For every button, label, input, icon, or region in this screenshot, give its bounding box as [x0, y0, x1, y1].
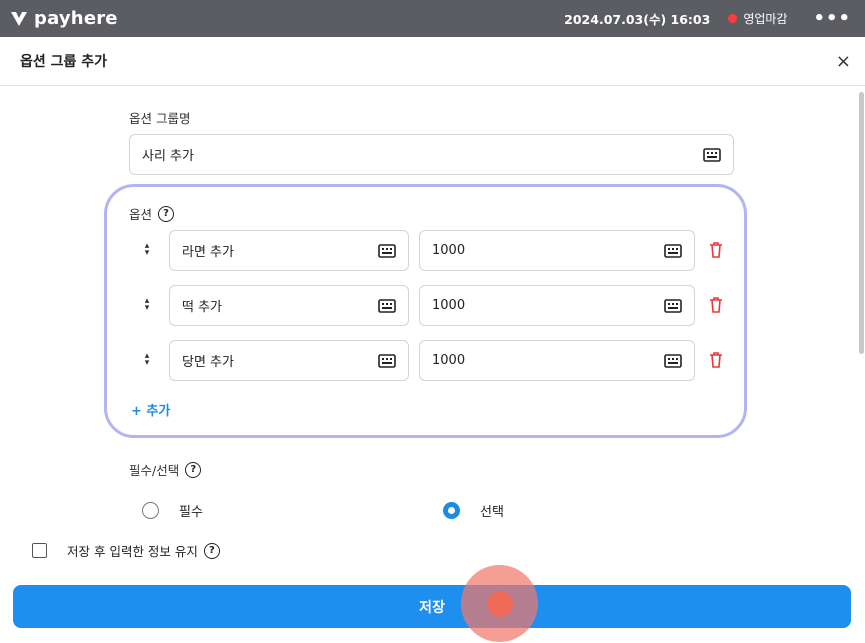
touch-indicator-center	[487, 591, 513, 617]
dialog-header: 옵션 그룹 추가 ×	[0, 37, 865, 86]
group-name-value: 사리 추가	[142, 149, 194, 164]
option-price-value: 1000	[432, 298, 466, 313]
top-bar: payhere 2024.07.03(수) 16:03 영업마감 •••	[0, 0, 865, 37]
options-label: 옵션 ?	[129, 204, 175, 223]
brand-name: payhere	[34, 8, 118, 29]
help-icon[interactable]: ?	[158, 205, 175, 222]
drag-sort-icon[interactable]: ▴ ▾	[142, 242, 152, 258]
datetime: 2024.07.03(수) 16:03	[564, 12, 711, 27]
delete-trash-icon[interactable]	[709, 297, 723, 313]
option-name-input[interactable]: 당면 추가	[169, 340, 409, 381]
keep-info-row[interactable]: 저장 후 입력한 정보 유지 ?	[32, 541, 220, 560]
requirement-label-text: 필수/선택	[129, 463, 180, 478]
radio-circle-icon[interactable]	[142, 502, 159, 519]
delete-trash-icon[interactable]	[709, 242, 723, 258]
delete-trash-icon[interactable]	[709, 352, 723, 368]
radio-circle-checked-icon[interactable]	[443, 502, 460, 519]
keyboard-icon[interactable]	[378, 298, 396, 313]
radio-optional[interactable]: 선택	[443, 501, 504, 520]
help-icon[interactable]: ?	[185, 461, 202, 478]
keep-info-label: 저장 후 입력한 정보 유지	[67, 544, 198, 559]
add-option-link[interactable]: + 추가	[131, 400, 170, 419]
scrollbar[interactable]	[859, 92, 864, 354]
more-menu-icon[interactable]: •••	[813, 8, 851, 29]
keyboard-icon[interactable]	[664, 298, 682, 313]
store-status[interactable]: 영업마감	[728, 10, 787, 27]
radio-optional-label: 선택	[480, 505, 504, 520]
option-name-value: 떡 추가	[182, 300, 223, 315]
group-name-label: 옵션 그룹명	[129, 108, 190, 127]
option-name-value: 당면 추가	[182, 355, 234, 370]
option-name-input[interactable]: 떡 추가	[169, 285, 409, 326]
keyboard-icon[interactable]	[664, 243, 682, 258]
drag-sort-icon[interactable]: ▴ ▾	[142, 352, 152, 368]
page-title: 옵션 그룹 추가	[20, 54, 108, 70]
option-price-input[interactable]: 1000	[419, 230, 695, 271]
help-icon[interactable]: ?	[203, 542, 220, 559]
option-price-input[interactable]: 1000	[419, 285, 695, 326]
option-name-input[interactable]: 라면 추가	[169, 230, 409, 271]
close-icon[interactable]: ×	[836, 51, 851, 72]
store-status-label: 영업마감	[743, 12, 788, 26]
drag-sort-icon[interactable]: ▴ ▾	[142, 297, 152, 313]
radio-required[interactable]: 필수	[142, 501, 203, 520]
radio-required-label: 필수	[179, 505, 203, 520]
keyboard-icon[interactable]	[664, 353, 682, 368]
option-price-input[interactable]: 1000	[419, 340, 695, 381]
brand: payhere	[10, 8, 118, 29]
requirement-label: 필수/선택 ?	[129, 460, 202, 479]
group-name-input[interactable]: 사리 추가	[129, 134, 734, 175]
keyboard-icon[interactable]	[703, 147, 721, 162]
save-button[interactable]: 저장	[13, 585, 851, 628]
option-price-value: 1000	[432, 243, 466, 258]
keyboard-icon[interactable]	[378, 353, 396, 368]
payhere-logo-icon	[11, 11, 27, 26]
option-price-value: 1000	[432, 353, 466, 368]
options-label-text: 옵션	[129, 207, 153, 222]
group-name-label-text: 옵션 그룹명	[129, 111, 191, 126]
keyboard-icon[interactable]	[378, 243, 396, 258]
status-dot-icon	[728, 14, 738, 23]
option-name-value: 라면 추가	[182, 245, 234, 260]
keep-info-checkbox[interactable]	[32, 543, 47, 558]
